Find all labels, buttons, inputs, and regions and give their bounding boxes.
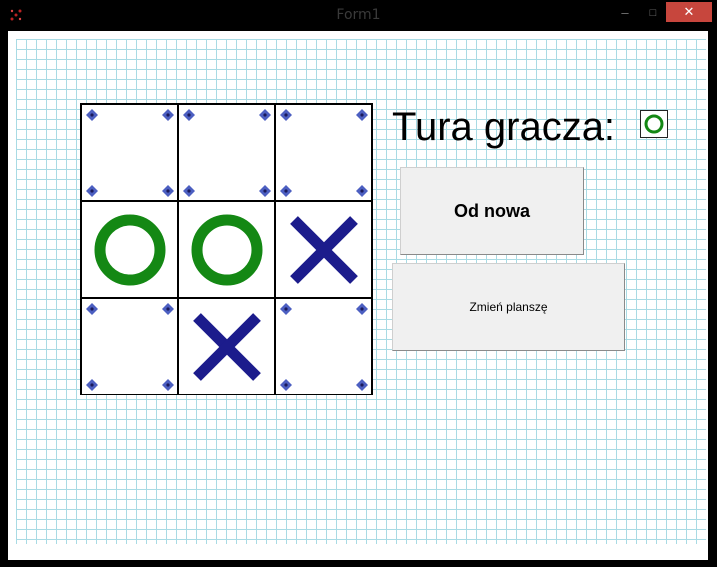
board-cell-0-0[interactable] [82,105,178,201]
current-player-o-icon [644,114,664,134]
board-cell-0-1[interactable] [179,105,275,201]
board-cell-1-2[interactable] [276,202,372,298]
change-board-button[interactable]: Zmień planszę [392,263,625,351]
minimize-button[interactable]: – [612,4,638,24]
maximize-button[interactable]: □ [640,4,666,24]
current-player-indicator [640,110,668,138]
board-cell-1-1[interactable] [179,202,275,298]
turn-label: Tura gracza: [392,105,616,149]
title-bar: Form1 – □ ✕ [0,0,717,30]
board-cell-2-2[interactable] [276,299,372,395]
window-title: Form1 [336,7,381,23]
board-cell-1-0[interactable] [82,202,178,298]
board-cell-2-0[interactable] [82,299,178,395]
board-cell-0-2[interactable] [276,105,372,201]
board-cell-2-1[interactable] [179,299,275,395]
reset-game-button[interactable]: Od nowa [400,167,584,255]
close-button[interactable]: ✕ [666,2,712,22]
tic-tac-toe-board [80,103,373,395]
